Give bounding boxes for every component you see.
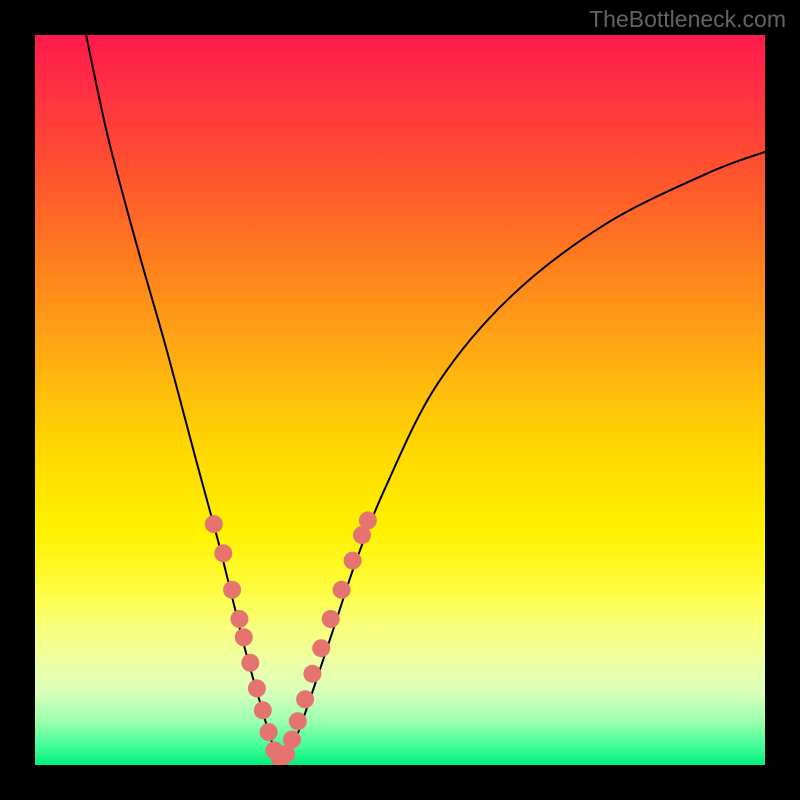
highlight-dot — [254, 701, 272, 719]
plot-area — [35, 35, 765, 765]
bottleneck-curve — [86, 35, 765, 761]
highlight-dot — [322, 610, 340, 628]
highlight-dot — [283, 731, 301, 749]
highlight-dot — [241, 654, 259, 672]
highlight-dot — [214, 544, 232, 562]
highlight-dot — [230, 610, 248, 628]
highlight-dot — [344, 552, 362, 570]
highlight-dot — [359, 511, 377, 529]
highlight-dot — [333, 581, 351, 599]
highlight-dot — [312, 639, 330, 657]
highlight-dot — [235, 628, 253, 646]
highlight-dot — [205, 515, 223, 533]
highlight-dots-group — [205, 511, 377, 765]
highlight-dot — [289, 712, 307, 730]
chart-svg — [35, 35, 765, 765]
watermark-text: TheBottleneck.com — [589, 6, 786, 33]
highlight-dot — [248, 679, 266, 697]
highlight-dot — [303, 665, 321, 683]
highlight-dot — [223, 581, 241, 599]
highlight-dot — [260, 723, 278, 741]
highlight-dot — [296, 690, 314, 708]
